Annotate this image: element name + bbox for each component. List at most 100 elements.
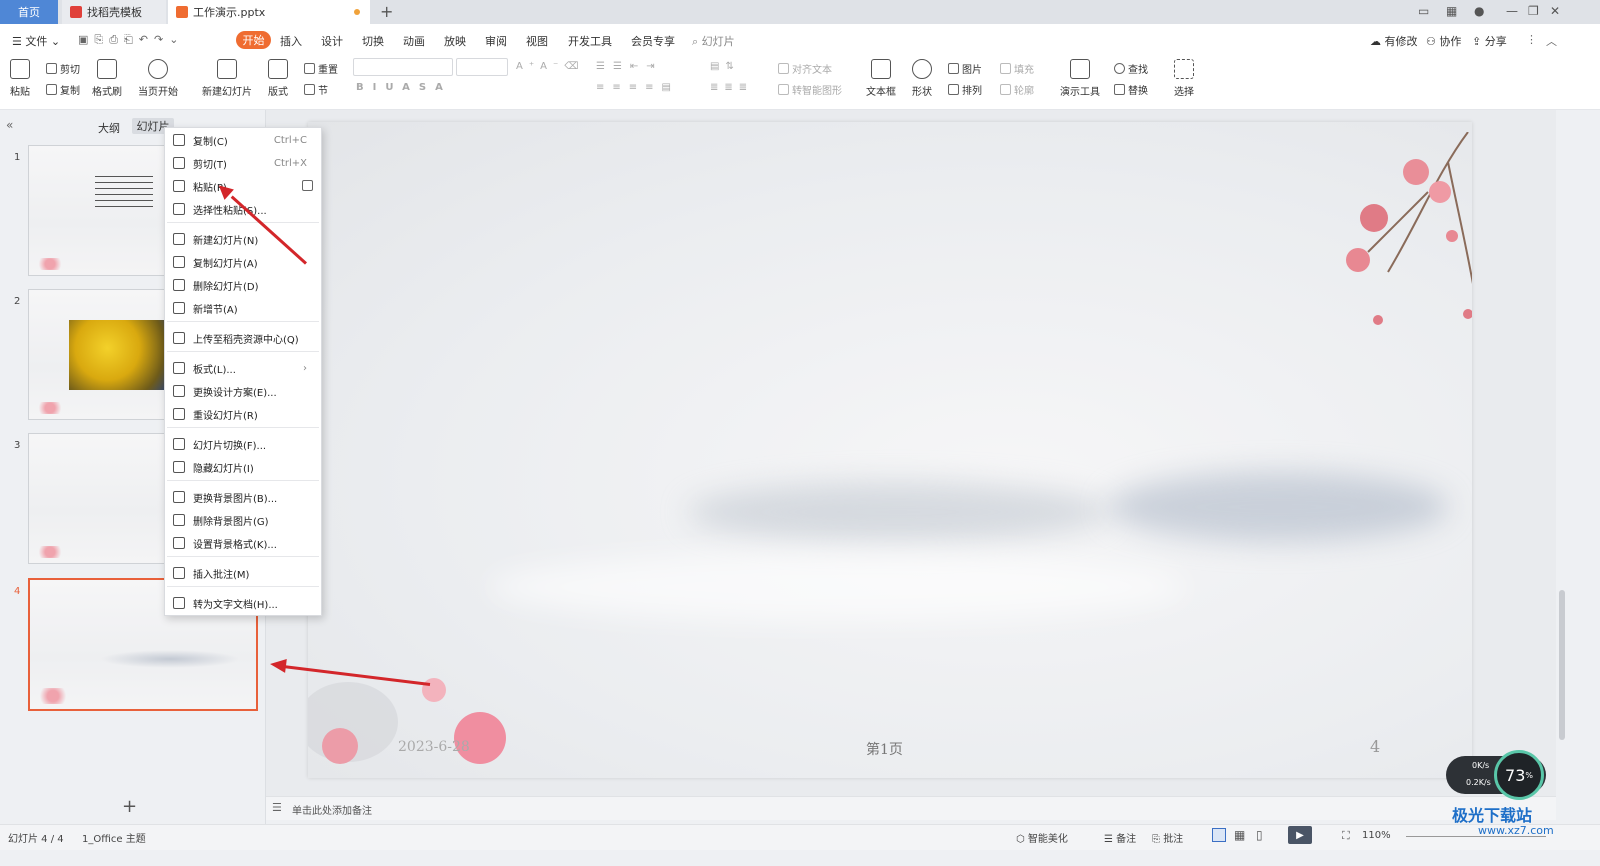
smart-shape-button[interactable]: 转智能图形 [778, 82, 842, 97]
slide-number-placeholder[interactable]: 4 [1370, 737, 1380, 756]
menu-item-icon [173, 514, 185, 526]
presenter-tools-button[interactable]: 演示工具 [1060, 59, 1100, 98]
layout-icon[interactable]: ▭ [1418, 4, 1429, 18]
menu-search[interactable]: ⌕ 幻灯片 [692, 33, 735, 49]
menu-tab-insert[interactable]: 插入 [280, 33, 302, 49]
thumbnail-photo [69, 320, 165, 390]
new-tab-button[interactable]: + [380, 2, 393, 21]
slide-count: 幻灯片 4 / 4 [8, 834, 64, 845]
file-menu[interactable]: ☰ 文件 ⌄ [12, 33, 60, 49]
menu-tab-developer[interactable]: 开发工具 [568, 33, 612, 49]
more-icon[interactable]: ⋮ [1526, 33, 1537, 46]
select-button[interactable]: 选择 [1174, 59, 1194, 98]
play-from-current-button[interactable]: 当页开始 [138, 59, 178, 98]
context-menu-item[interactable]: 幻灯片切换(F)... [165, 433, 321, 455]
reset-button[interactable]: 重置 [304, 61, 338, 76]
notes-toggle-button[interactable]: ☰ 备注 [1104, 830, 1136, 845]
menu-tab-start[interactable]: 开始 [236, 31, 271, 49]
menu-tab-view[interactable]: 视图 [526, 33, 548, 49]
paste-options-icon[interactable] [302, 180, 313, 191]
tab-outline[interactable]: 大纲 [98, 120, 120, 136]
context-menu-item[interactable]: 插入批注(M) [165, 562, 321, 584]
context-menu-item[interactable]: 板式(L)... › [165, 357, 321, 379]
context-menu-item[interactable]: 复制(C) Ctrl+C [165, 129, 321, 151]
paste-button[interactable]: 粘贴 [10, 59, 30, 98]
context-menu-item[interactable]: 上传至稻壳资源中心(Q) [165, 327, 321, 349]
notes-bar[interactable]: ☰ 单击此处添加备注 [266, 796, 1556, 820]
copy-button[interactable]: 复制 [46, 82, 80, 97]
avatar[interactable]: ● [1474, 4, 1484, 18]
fit-icon[interactable]: ⛶ [1342, 829, 1350, 843]
font-size-adjust[interactable]: A⁺A⁻⌫ [516, 61, 584, 72]
replace-button[interactable]: 替换 [1114, 82, 1148, 97]
tab-home[interactable]: 首页 [0, 0, 58, 24]
tab-templates[interactable]: 找稻壳模板 [62, 0, 166, 24]
font-style-buttons[interactable]: BIUASA [356, 82, 452, 93]
picture-button[interactable]: 图片 [948, 61, 982, 76]
slide-date[interactable]: 2023-6-28 [398, 739, 470, 755]
collaborate-button[interactable]: ⚇ 协作 [1426, 33, 1461, 49]
context-menu-item[interactable]: 重设幻灯片(R) [165, 403, 321, 425]
zoom-level[interactable]: 110% [1362, 830, 1391, 841]
restore-icon[interactable]: ❐ [1528, 4, 1539, 18]
textbox-button[interactable]: 文本框 [866, 59, 896, 98]
format-painter-button[interactable]: 格式刷 [92, 59, 122, 98]
paragraph-buttons[interactable]: ☰☰⇤⇥ [596, 61, 663, 72]
context-menu-item[interactable]: 转为文字文档(H)... [165, 592, 321, 614]
cpu-gauge[interactable]: 73% [1494, 750, 1544, 800]
comments-button[interactable]: ⎘ 批注 [1152, 830, 1183, 845]
context-menu-item[interactable]: 新建幻灯片(N) [165, 228, 321, 250]
context-menu-item[interactable]: 设置背景格式(K)... [165, 532, 321, 554]
add-slide-button[interactable]: + [122, 796, 137, 817]
shape-button[interactable]: 形状 [912, 59, 932, 98]
menu-tab-member[interactable]: 会员专享 [631, 33, 675, 49]
play-icon [148, 59, 168, 79]
collapse-ribbon-icon[interactable]: ︿ [1546, 33, 1557, 49]
fill-button[interactable]: 填充 [1000, 61, 1034, 76]
section-button[interactable]: 节 [304, 82, 328, 97]
share-button[interactable]: ⇪ 分享 [1472, 33, 1507, 49]
modified-button[interactable]: ☁ 有修改 [1370, 33, 1418, 49]
slideshow-play-icon[interactable]: ▶ [1288, 826, 1312, 844]
context-menu-item[interactable]: 删除背景图片(G) [165, 509, 321, 531]
context-menu-item[interactable]: 新增节(A) [165, 297, 321, 319]
minimize-icon[interactable]: — [1506, 4, 1518, 18]
smart-shape-label: 转智能图形 [792, 86, 842, 97]
menu-tab-animation[interactable]: 动画 [403, 33, 425, 49]
menu-tab-slideshow[interactable]: 放映 [444, 33, 466, 49]
align-text-button[interactable]: 对齐文本 [778, 61, 832, 76]
context-menu-item[interactable]: 粘贴(P) [165, 175, 321, 197]
font-size-select[interactable] [456, 58, 508, 76]
context-menu-item[interactable]: 更换设计方案(E)... [165, 380, 321, 402]
apps-icon[interactable]: ▦ [1446, 4, 1457, 18]
menu-tab-review[interactable]: 审阅 [485, 33, 507, 49]
arrange-button[interactable]: 排列 [948, 82, 982, 97]
quick-access-toolbar[interactable]: ▣⎘⎙⎗↶↷⌄ [78, 33, 184, 47]
text-direction-buttons[interactable]: ▤⇅ [710, 61, 740, 72]
normal-view-icon[interactable] [1212, 828, 1226, 842]
slide-footer[interactable]: 第1页 [866, 739, 903, 759]
smart-beautify-button[interactable]: ⬡ 智能美化 [1016, 830, 1068, 845]
slide-current[interactable]: 2023-6-28 第1页 4 [308, 122, 1472, 778]
find-button[interactable]: 查找 [1114, 61, 1148, 76]
menu-tab-transition[interactable]: 切换 [362, 33, 384, 49]
line-spacing-buttons[interactable]: ≣≣≣ [710, 82, 753, 93]
context-menu-item[interactable]: 更换背景图片(B)... [165, 486, 321, 508]
align-buttons[interactable]: ≡≡≡≡▤ [596, 82, 679, 93]
context-menu-item[interactable]: 删除幻灯片(D) [165, 274, 321, 296]
menu-tab-design[interactable]: 设计 [321, 33, 343, 49]
theme-name[interactable]: 1_Office 主题 [82, 830, 146, 845]
collapse-panel-icon[interactable]: « [6, 118, 13, 132]
cut-button[interactable]: 剪切 [46, 61, 80, 76]
slide-sorter-icon[interactable]: ▦ [1234, 828, 1245, 842]
close-icon[interactable]: ✕ [1550, 4, 1560, 18]
tab-document[interactable]: 工作演示.pptx [168, 0, 370, 24]
outline-button[interactable]: 轮廓 [1000, 82, 1034, 97]
layout-button[interactable]: 版式 [268, 59, 288, 98]
font-family-select[interactable] [353, 58, 453, 76]
context-menu-item[interactable]: 剪切(T) Ctrl+X [165, 152, 321, 174]
new-slide-button[interactable]: 新建幻灯片 [202, 59, 252, 98]
scrollbar-thumb[interactable] [1559, 590, 1565, 740]
context-menu-item[interactable]: 隐藏幻灯片(I) [165, 456, 321, 478]
reading-view-icon[interactable]: ▯ [1256, 828, 1263, 842]
